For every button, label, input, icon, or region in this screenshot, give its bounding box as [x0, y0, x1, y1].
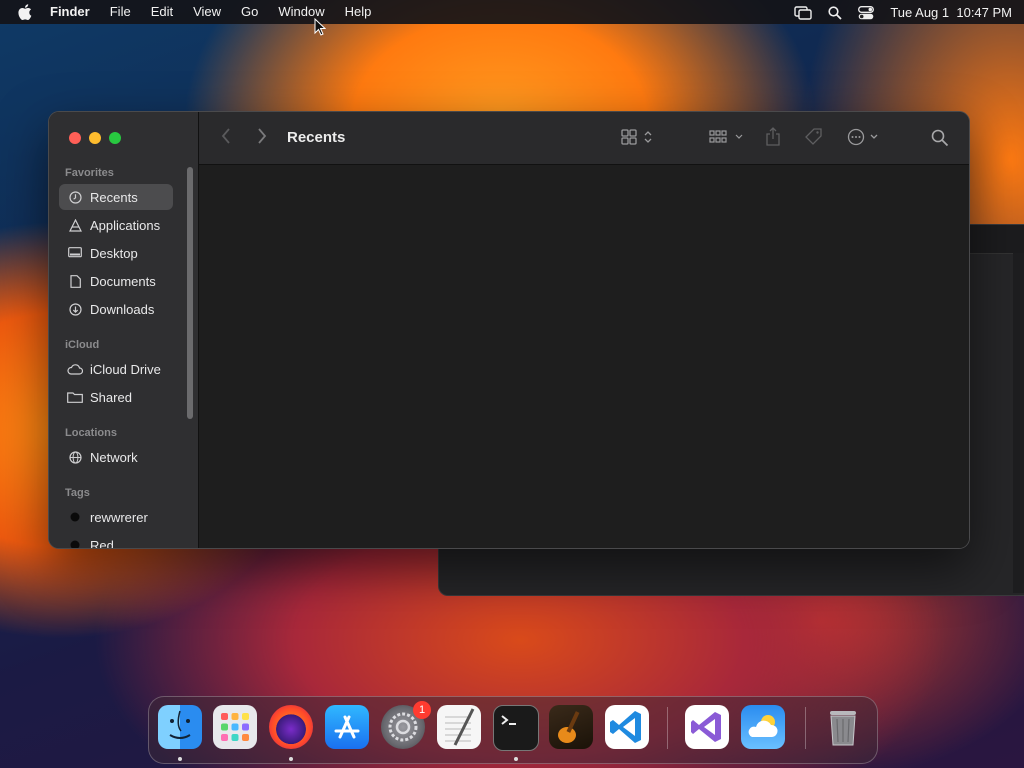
section-tags: Tags: [65, 487, 90, 499]
applications-icon: [67, 218, 83, 232]
firefox-icon[interactable]: [269, 705, 313, 749]
cloud-icon: [67, 363, 83, 375]
sidebar-item-label: Downloads: [90, 301, 155, 317]
menu-view[interactable]: View: [183, 0, 231, 24]
sidebar-item-tag-red[interactable]: Red: [59, 532, 173, 549]
forward-chevron-icon[interactable]: [257, 127, 267, 150]
sidebar-item-label: Recents: [90, 189, 138, 205]
app-store-icon[interactable]: [325, 705, 369, 749]
background-window-scrollbar[interactable]: [1013, 253, 1024, 593]
section-favorites: Favorites: [65, 167, 114, 179]
control-center-icon[interactable]: [858, 4, 875, 20]
menu-bar: Finder File Edit View Go Window Help Tue…: [0, 0, 1024, 24]
search-icon[interactable]: [931, 129, 949, 152]
sidebar-item-label: rewwrerer: [90, 509, 148, 525]
back-chevron-icon[interactable]: [221, 127, 231, 150]
menu-clock[interactable]: Tue Aug 1 10:47 PM: [890, 5, 1012, 20]
sidebar-item-recents[interactable]: Recents: [59, 184, 173, 210]
zoom-button[interactable]: [109, 132, 121, 144]
finder-window: Favorites Recents Applications Desktop D…: [48, 111, 970, 549]
clock-icon: [67, 190, 83, 204]
more-actions-icon[interactable]: [847, 128, 883, 151]
shared-folder-icon: [67, 391, 83, 403]
garageband-icon[interactable]: [549, 705, 593, 749]
running-indicator: [289, 757, 293, 761]
sidebar-scrollbar[interactable]: [187, 167, 193, 419]
finder-icon[interactable]: [158, 705, 202, 749]
icon-view-grid-icon[interactable]: [621, 129, 655, 150]
sidebar-item-applications[interactable]: Applications: [59, 212, 173, 238]
sidebar-item-desktop[interactable]: Desktop: [59, 240, 173, 266]
sidebar-item-downloads[interactable]: Downloads: [59, 296, 173, 322]
sidebar-item-label: Shared: [90, 389, 132, 405]
close-button[interactable]: [69, 132, 81, 144]
finder-sidebar: Favorites Recents Applications Desktop D…: [49, 112, 199, 548]
apple-menu-icon[interactable]: [0, 0, 40, 24]
window-title: Recents: [287, 129, 346, 146]
sidebar-item-icloud-drive[interactable]: iCloud Drive: [59, 356, 173, 382]
sidebar-item-shared[interactable]: Shared: [59, 384, 173, 410]
launchpad-icon[interactable]: [213, 705, 257, 749]
menu-edit[interactable]: Edit: [141, 0, 183, 24]
finder-content-area[interactable]: [199, 165, 969, 548]
sidebar-item-documents[interactable]: Documents: [59, 268, 173, 294]
dock-separator: [805, 707, 806, 749]
minimize-button[interactable]: [89, 132, 101, 144]
finder-toolbar: Recents: [199, 112, 969, 165]
trash-icon[interactable]: [821, 705, 865, 749]
mouse-cursor-icon: [314, 18, 326, 36]
menu-help[interactable]: Help: [335, 0, 382, 24]
sidebar-item-label: Desktop: [90, 245, 138, 261]
sidebar-item-label: Network: [90, 449, 138, 465]
terminal-icon[interactable]: [493, 705, 539, 751]
section-icloud: iCloud: [65, 339, 100, 351]
weather-icon[interactable]: [741, 705, 785, 749]
tag-dot-icon: [67, 540, 83, 548]
group-by-icon[interactable]: [709, 129, 745, 150]
running-indicator: [178, 757, 182, 761]
sidebar-item-label: iCloud Drive: [90, 361, 161, 377]
menu-finder[interactable]: Finder: [40, 0, 100, 24]
sidebar-item-network[interactable]: Network: [59, 444, 173, 470]
sidebar-item-label: Applications: [90, 217, 161, 233]
tag-icon[interactable]: [805, 128, 823, 151]
running-indicator: [514, 757, 518, 761]
sidebar-item-label: Red: [90, 537, 114, 549]
window-controls: [69, 132, 121, 144]
sidebar-item-label: Documents: [90, 273, 156, 289]
desktop-icon: [67, 247, 83, 259]
visual-studio-icon[interactable]: [685, 705, 729, 749]
network-globe-icon: [67, 450, 83, 464]
vscode-icon[interactable]: [605, 705, 649, 749]
textedit-icon[interactable]: [437, 705, 481, 749]
sidebar-item-tag-rewwrerer[interactable]: rewwrerer: [59, 504, 173, 530]
screen-mirroring-icon[interactable]: [794, 4, 813, 20]
share-icon[interactable]: [765, 127, 781, 152]
document-icon: [67, 274, 83, 288]
menu-file[interactable]: File: [100, 0, 141, 24]
menu-go[interactable]: Go: [231, 0, 268, 24]
spotlight-search-icon[interactable]: [828, 4, 842, 20]
tag-dot-icon: [67, 512, 83, 522]
notification-badge: 1: [413, 701, 431, 719]
dock: 1: [148, 696, 878, 764]
section-locations: Locations: [65, 427, 117, 439]
dock-separator: [667, 707, 668, 749]
download-icon: [67, 302, 83, 316]
